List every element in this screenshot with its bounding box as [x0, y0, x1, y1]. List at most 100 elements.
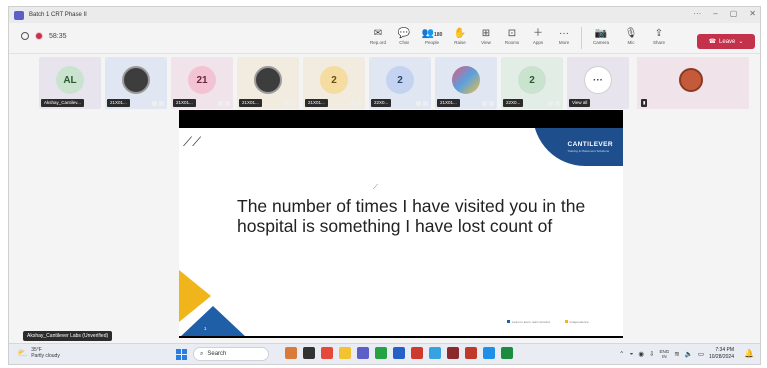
edge-icon[interactable] — [483, 347, 495, 359]
excel-icon[interactable] — [501, 347, 513, 359]
mic-off-icon — [357, 101, 362, 106]
system-tray: ⌃ ◒ ◉ ⇩ ENG IN ≋ 🔈 ▭ 7:34 PM 10/28/2024 — [619, 347, 734, 360]
app-icon[interactable] — [411, 347, 423, 359]
language-indicator[interactable]: ENG IN — [660, 349, 670, 359]
mic-off-icon — [291, 101, 296, 106]
tile-status-icons — [152, 101, 164, 106]
participant-tile[interactable]: 21X01... — [105, 57, 167, 109]
participant-name: 21X01... — [239, 99, 262, 107]
participant-tile[interactable]: 2 22X0... — [369, 57, 431, 109]
pinned-apps — [285, 347, 513, 359]
raise-hand-button[interactable]: ✋ Raise — [447, 27, 473, 49]
more-button[interactable]: ··· More — [551, 27, 577, 49]
people-button[interactable]: 👥180 People — [417, 27, 447, 49]
camera-button[interactable]: 📷 Camera — [586, 27, 616, 49]
folder-icon[interactable] — [339, 347, 351, 359]
chrome-icon[interactable] — [429, 347, 441, 359]
more-options-icon[interactable]: ··· — [693, 9, 701, 18]
cantilever-mark-icon: ⟋⟋ — [183, 134, 202, 149]
apps-icon: ＋ — [533, 28, 543, 39]
microphone-icon: 🎙 — [624, 28, 638, 39]
app-icon[interactable] — [393, 347, 405, 359]
leave-button[interactable]: ☎ Leave ⌄ — [697, 34, 755, 49]
footer-item: Independence — [564, 320, 589, 324]
wifi-icon[interactable]: ≋ — [674, 350, 679, 358]
mic-label: Mic — [627, 40, 635, 45]
participant-tile[interactable]: ··· View all — [567, 57, 629, 109]
app-icon[interactable] — [447, 347, 459, 359]
participant-avatar — [254, 66, 282, 94]
teams-icon — [14, 10, 24, 20]
view-button[interactable]: ⊞ View — [473, 27, 499, 49]
record-button[interactable]: ✉ Rep.ord — [365, 27, 391, 49]
participant-name: 21X01... — [173, 99, 196, 107]
participant-tile[interactable]: 2 21X01... — [303, 57, 365, 109]
participant-tile[interactable]: 21X01... — [435, 57, 497, 109]
chat-button[interactable]: 💬 Chat — [391, 27, 417, 49]
grid-icon: ⊞ — [481, 28, 491, 39]
start-button[interactable] — [176, 349, 187, 360]
tile-status-icons — [548, 101, 560, 106]
volume-icon[interactable]: 🔈 — [685, 350, 693, 358]
people-count: 180 — [434, 32, 443, 38]
taskbar-search[interactable]: ⌕ Search — [193, 347, 269, 361]
participant-tile[interactable]: 21 21X01... — [171, 57, 233, 109]
app-icon[interactable] — [285, 347, 297, 359]
participant-name: 21X01... — [437, 99, 460, 107]
share-label: Share — [652, 40, 665, 45]
tile-status-icons — [482, 101, 494, 106]
participant-tile[interactable]: 2 22X0... — [501, 57, 563, 109]
whatsapp-icon[interactable] — [375, 347, 387, 359]
weather-widget[interactable]: ⛅ 35°F Partly cloudy — [17, 347, 60, 359]
participant-avatar — [452, 66, 480, 94]
footer-item: Learn to learn. learn forward. — [507, 320, 551, 324]
record-icon: ✉ — [373, 28, 383, 39]
app-icon[interactable] — [321, 347, 333, 359]
search-icon: ⌕ — [200, 350, 204, 357]
tile-status-icons — [218, 101, 230, 106]
tray-app-icon[interactable]: ◒ — [629, 350, 633, 357]
maximize-button[interactable]: ▢ — [730, 9, 738, 18]
participant-name: View all — [569, 99, 591, 107]
close-button[interactable]: ✕ — [749, 9, 756, 18]
participant-tile[interactable]: AL Akshay_Cantilev... — [39, 57, 101, 109]
meeting-toolbar: 58:35 ✉ Rep.ord 💬 Chat 👥180 People ✋ Rai… — [9, 23, 760, 54]
presentation-slide: ⟋⟋ CANTILEVER Training & Placement Solut… — [179, 128, 623, 336]
participant-name: 21X01... — [305, 99, 328, 107]
teams-icon[interactable] — [357, 347, 369, 359]
clock[interactable]: 7:34 PM 10/28/2024 — [709, 347, 734, 360]
tool-group: ✉ Rep.ord 💬 Chat 👥180 People ✋ Raise ⊞ V… — [365, 27, 672, 49]
people-label: People — [424, 40, 439, 45]
mic-off-icon — [555, 101, 560, 106]
rooms-label: Rooms — [504, 40, 520, 45]
battery-icon[interactable]: ▭ — [698, 350, 704, 358]
brand-name: CANTILEVER — [567, 141, 613, 148]
self-view-tile[interactable]: ▮ — [637, 57, 749, 109]
mic-button[interactable]: 🎙 Mic — [616, 27, 646, 49]
participant-strip: AL Akshay_Cantilev... 21X01... 21 21X01... 21… — [39, 57, 629, 109]
mic-off-icon — [159, 101, 164, 106]
tile-status-icons — [350, 101, 362, 106]
leave-label: Leave — [719, 38, 736, 45]
app-icon[interactable] — [465, 347, 477, 359]
chevron-up-icon[interactable]: ⌃ — [619, 350, 624, 358]
participant-tile[interactable]: 21X01... — [237, 57, 299, 109]
slide-footer: Learn to learn. learn forward. Independe… — [507, 320, 589, 324]
mic-off-icon — [489, 101, 494, 106]
participant-name: 22X0... — [371, 99, 392, 107]
raise-label: Raise — [454, 40, 466, 45]
tray-app-icon[interactable]: ⇩ — [649, 350, 654, 358]
chat-label: Chat — [399, 40, 409, 45]
self-avatar — [679, 68, 703, 92]
minimize-button[interactable]: – — [713, 9, 717, 18]
apps-button[interactable]: ＋ Apps — [525, 27, 551, 49]
rooms-button[interactable]: ⊡ Rooms — [499, 27, 525, 49]
tray-app-icon[interactable]: ◉ — [638, 350, 644, 358]
notification-bell-icon[interactable]: 🔔 — [744, 349, 754, 358]
phone-icon: ☎ — [708, 39, 717, 45]
chevron-down-icon[interactable]: ⌄ — [738, 38, 743, 45]
app-icon[interactable] — [303, 347, 315, 359]
share-button[interactable]: ⇪ Share — [646, 27, 672, 49]
more-icon: ··· — [559, 28, 569, 39]
divider — [581, 27, 582, 49]
